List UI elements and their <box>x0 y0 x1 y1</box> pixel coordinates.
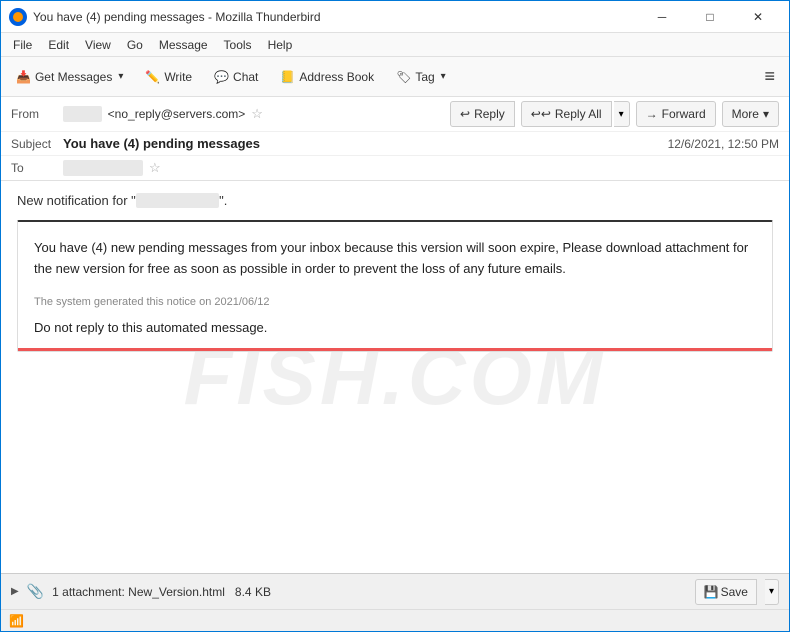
address-book-label: Address Book <box>299 70 374 84</box>
tag-label: Tag <box>415 70 434 84</box>
attachment-name: 1 attachment: New_Version.html <box>52 585 225 599</box>
menu-edit[interactable]: Edit <box>40 36 77 54</box>
more-label: More <box>732 107 759 121</box>
save-icon: 💾 <box>704 585 719 599</box>
get-messages-button[interactable]: 📥 Get Messages ▾ <box>7 62 132 92</box>
attachment-text: 1 attachment: New_Version.html 8.4 KB <box>52 585 687 599</box>
expand-icon[interactable]: ▶ <box>11 586 19 597</box>
menu-view[interactable]: View <box>77 36 119 54</box>
minimize-button[interactable]: ─ <box>639 1 685 33</box>
message-footer-text: Do not reply to this automated message. <box>34 320 756 335</box>
to-star-icon[interactable]: ☆ <box>149 160 161 176</box>
close-button[interactable]: ✕ <box>735 1 781 33</box>
tag-arrow[interactable]: ▾ <box>441 71 446 82</box>
to-row: To ☆ <box>1 156 789 180</box>
statusbar: ▶ 📎 1 attachment: New_Version.html 8.4 K… <box>1 573 789 609</box>
save-button[interactable]: 💾 Save <box>695 579 757 605</box>
chat-label: Chat <box>233 70 258 84</box>
forward-icon: → <box>646 107 658 121</box>
address-book-button[interactable]: 📒 Address Book <box>271 62 383 92</box>
to-label: To <box>11 161 63 175</box>
get-messages-icon: 📥 <box>16 70 31 84</box>
subject-row: Subject You have (4) pending messages 12… <box>1 132 789 156</box>
attachment-size: 8.4 KB <box>235 585 271 599</box>
reply-label: Reply <box>474 107 505 121</box>
tag-icon: 🏷 <box>396 70 411 84</box>
to-value <box>63 160 143 176</box>
write-button[interactable]: ✏️ Write <box>136 62 201 92</box>
write-icon: ✏️ <box>145 70 160 84</box>
from-row: From <no_reply@servers.com> ☆ ↩ Reply ↩↩… <box>1 97 789 132</box>
window-title: You have (4) pending messages - Mozilla … <box>33 10 639 24</box>
wifi-bar: 📶 <box>1 609 789 631</box>
from-label: From <box>11 107 63 121</box>
chat-button[interactable]: 💬 Chat <box>205 62 267 92</box>
message-notice-text: The system generated this notice on 2021… <box>34 296 756 308</box>
titlebar: You have (4) pending messages - Mozilla … <box>1 1 789 33</box>
message-box: You have (4) new pending messages from y… <box>17 220 773 352</box>
menu-help[interactable]: Help <box>260 36 301 54</box>
menu-go[interactable]: Go <box>119 36 151 54</box>
star-icon[interactable]: ☆ <box>251 106 263 122</box>
main-window: You have (4) pending messages - Mozilla … <box>0 0 790 632</box>
forward-button[interactable]: → Forward <box>636 101 716 127</box>
subject-value: You have (4) pending messages <box>63 136 668 151</box>
email-body: FISH.COM New notification for " ". You h… <box>1 181 789 573</box>
notification-name <box>136 193 219 208</box>
more-dropdown-arrow: ▾ <box>763 107 769 121</box>
save-label: Save <box>721 585 748 599</box>
get-messages-arrow[interactable]: ▾ <box>118 71 123 82</box>
sender-name <box>63 106 102 122</box>
menu-message[interactable]: Message <box>151 36 216 54</box>
reply-all-label: Reply All <box>555 107 602 121</box>
reply-all-dropdown[interactable]: ▾ <box>614 101 630 127</box>
reply-buttons: ↩ Reply ↩↩ Reply All ▾ → Forward More ▾ <box>450 101 779 127</box>
menubar: File Edit View Go Message Tools Help <box>1 33 789 57</box>
toolbar: 📥 Get Messages ▾ ✏️ Write 💬 Chat 📒 Addre… <box>1 57 789 97</box>
reply-button[interactable]: ↩ Reply <box>450 101 515 127</box>
wifi-icon: 📶 <box>9 614 24 628</box>
window-controls: ─ □ ✕ <box>639 1 781 33</box>
paperclip-icon: 📎 <box>27 583 44 600</box>
menu-file[interactable]: File <box>5 36 40 54</box>
reply-all-icon: ↩↩ <box>531 107 551 121</box>
date-value: 12/6/2021, 12:50 PM <box>668 137 779 151</box>
menu-tools[interactable]: Tools <box>216 36 260 54</box>
reply-icon: ↩ <box>460 107 470 121</box>
hamburger-menu[interactable]: ≡ <box>756 62 783 91</box>
from-value: <no_reply@servers.com> ☆ <box>63 106 450 122</box>
tag-button[interactable]: 🏷 Tag ▾ <box>387 62 455 92</box>
maximize-button[interactable]: □ <box>687 1 733 33</box>
get-messages-label: Get Messages <box>35 70 112 84</box>
reply-all-button[interactable]: ↩↩ Reply All <box>521 101 612 127</box>
app-icon <box>9 8 27 26</box>
sender-email: <no_reply@servers.com> <box>108 107 246 121</box>
address-book-icon: 📒 <box>280 70 295 84</box>
email-header: From <no_reply@servers.com> ☆ ↩ Reply ↩↩… <box>1 97 789 181</box>
bottom-red-line <box>18 348 772 351</box>
more-button[interactable]: More ▾ <box>722 101 779 127</box>
save-dropdown[interactable]: ▾ <box>765 579 779 605</box>
write-label: Write <box>164 70 192 84</box>
chat-icon: 💬 <box>214 70 229 84</box>
subject-label: Subject <box>11 137 63 151</box>
message-main-text: You have (4) new pending messages from y… <box>34 238 756 280</box>
forward-label: Forward <box>662 107 706 121</box>
notification-text: New notification for " ". <box>17 193 773 208</box>
